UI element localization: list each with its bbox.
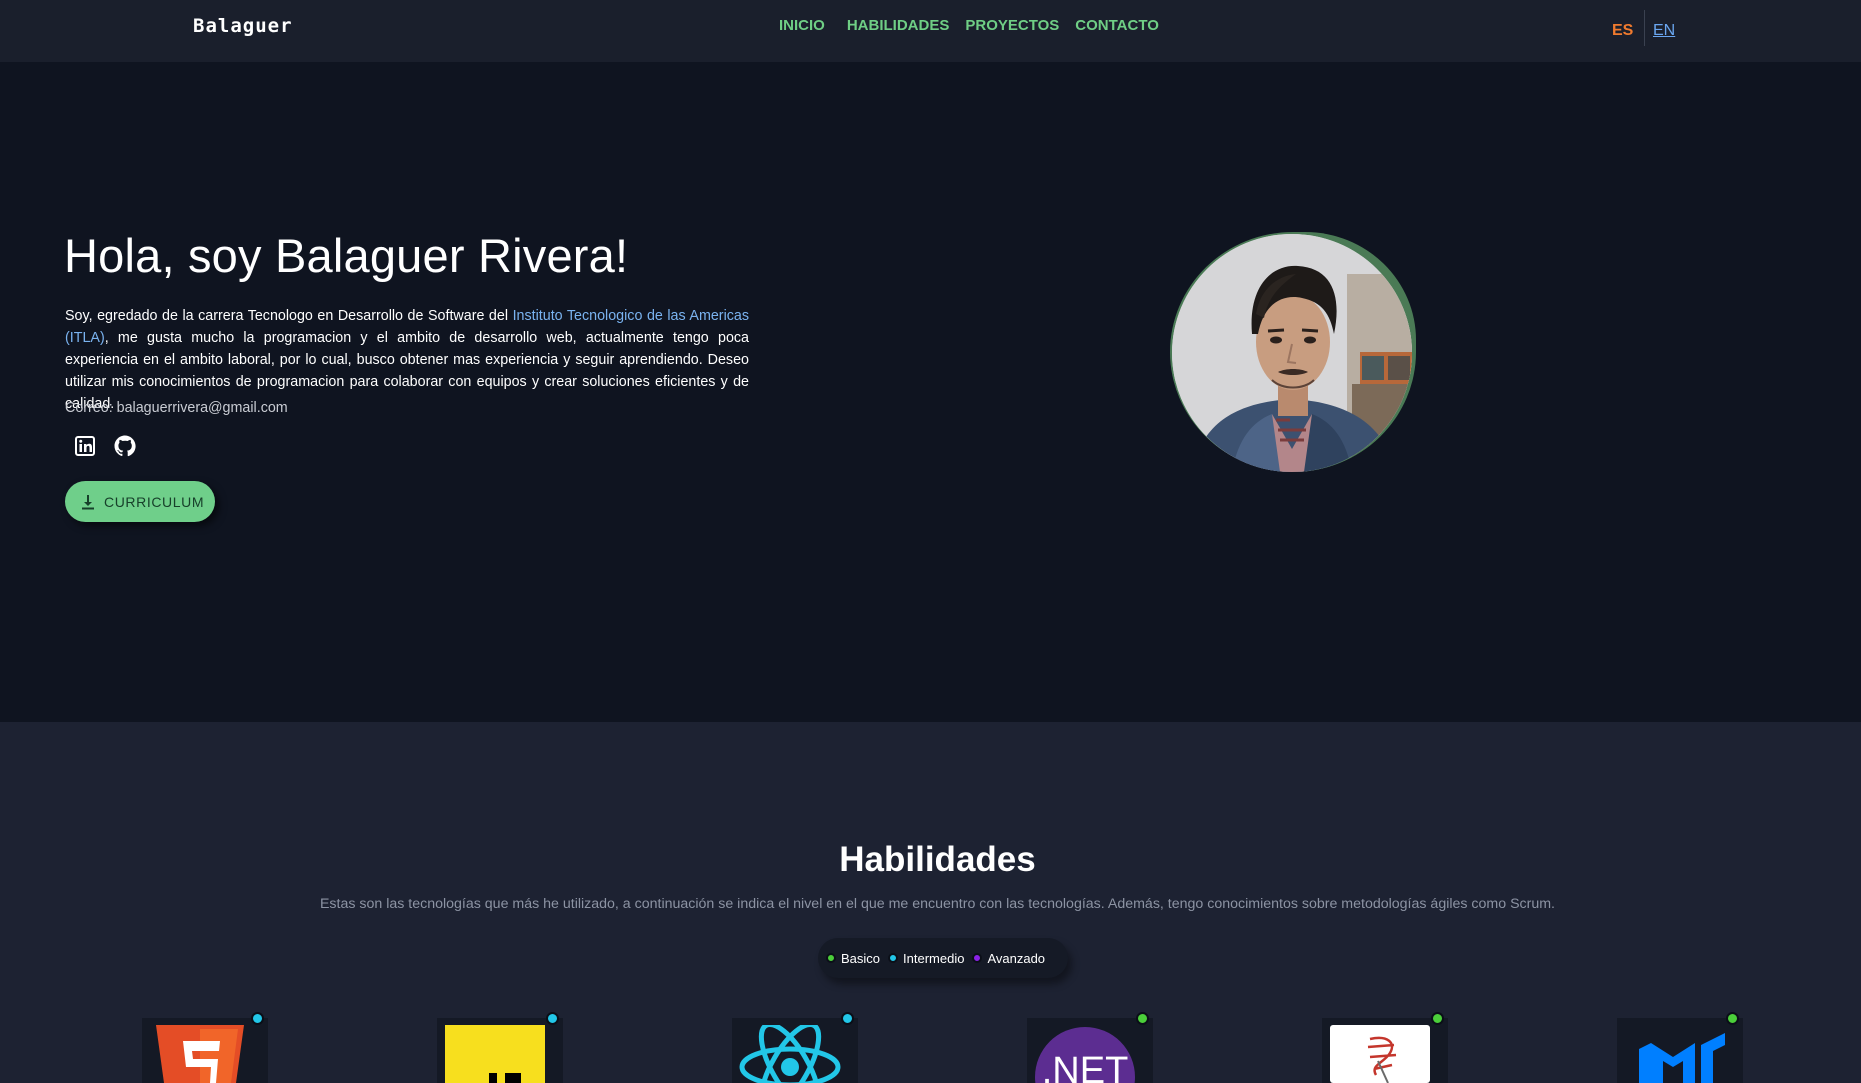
download-icon (82, 494, 94, 509)
legend-label-intermedio: Intermedio (903, 950, 965, 966)
language-divider (1644, 10, 1645, 46)
skills-title: Habilidades (839, 840, 1036, 879)
dotnet-icon: .NET (1035, 1027, 1135, 1083)
legend-item-basico: Basico (826, 951, 880, 966)
skill-level-dot (251, 1012, 264, 1025)
skill-level-dot (1726, 1012, 1739, 1025)
skill-level-legend: Basico Intermedio Avanzado (818, 938, 1068, 978)
legend-label-avanzado: Avanzado (987, 950, 1046, 966)
skill-level-dot (841, 1012, 854, 1025)
brand-logo-text[interactable]: Balaguer (193, 15, 293, 37)
javascript-icon (445, 1025, 545, 1083)
profile-photo (1172, 234, 1412, 472)
legend-label-basico: Basico (841, 950, 881, 966)
level-basico-dot (826, 953, 836, 963)
legend-item-avanzado: Avanzado (972, 951, 1045, 966)
level-intermedio-dot (888, 953, 899, 963)
top-navbar: Balaguer INICIO HABILIDADES PROYECTOS CO… (0, 0, 1861, 62)
skills-subtitle: Estas son las tecnologías que más he uti… (319, 896, 1556, 912)
profile-avatar (1170, 232, 1416, 472)
html5-icon (156, 1025, 244, 1083)
skill-level-dot (546, 1012, 559, 1025)
hero-description-text: Soy, egredado de la carrera Tecnologo en… (65, 308, 513, 324)
react-icon (739, 1025, 841, 1083)
language-es-button[interactable]: ES (1612, 14, 1633, 48)
hero-title: Hola, soy Balaguer Rivera! (64, 229, 629, 282)
nav-link-contacto[interactable]: CONTACTO (1075, 17, 1159, 34)
nav-link-habilidades[interactable]: HABILIDADES (847, 17, 950, 34)
nav-links: INICIO HABILIDADES PROYECTOS CONTACTO (779, 17, 1175, 34)
skill-level-dot (1431, 1012, 1444, 1025)
sql-server-icon (1330, 1025, 1430, 1083)
nav-link-proyectos[interactable]: PROYECTOS (965, 17, 1059, 34)
legend-item-intermedio: Intermedio (888, 951, 964, 966)
level-avanzado-dot (972, 953, 983, 963)
hero-description: Soy, egredado de la carrera Tecnologo en… (65, 305, 749, 415)
github-icon[interactable] (111, 432, 139, 460)
material-ui-icon (1639, 1033, 1725, 1083)
nav-link-inicio[interactable]: INICIO (779, 17, 825, 34)
language-en-button[interactable]: EN (1653, 14, 1675, 48)
skill-level-dot (1136, 1012, 1149, 1025)
svg-text:.NET: .NET (1042, 1050, 1129, 1083)
hero-section: Hola, soy Balaguer Rivera! Soy, egredado… (0, 62, 1861, 722)
linkedin-icon[interactable] (71, 432, 99, 460)
download-cv-label: CURRICULUM (104, 493, 205, 510)
skills-section: Habilidades Estas son las tecnologías qu… (0, 722, 1861, 1083)
contact-email: Correo: balaguerrivera@gmail.com (65, 400, 288, 416)
download-cv-button[interactable]: CURRICULUM (65, 481, 215, 522)
